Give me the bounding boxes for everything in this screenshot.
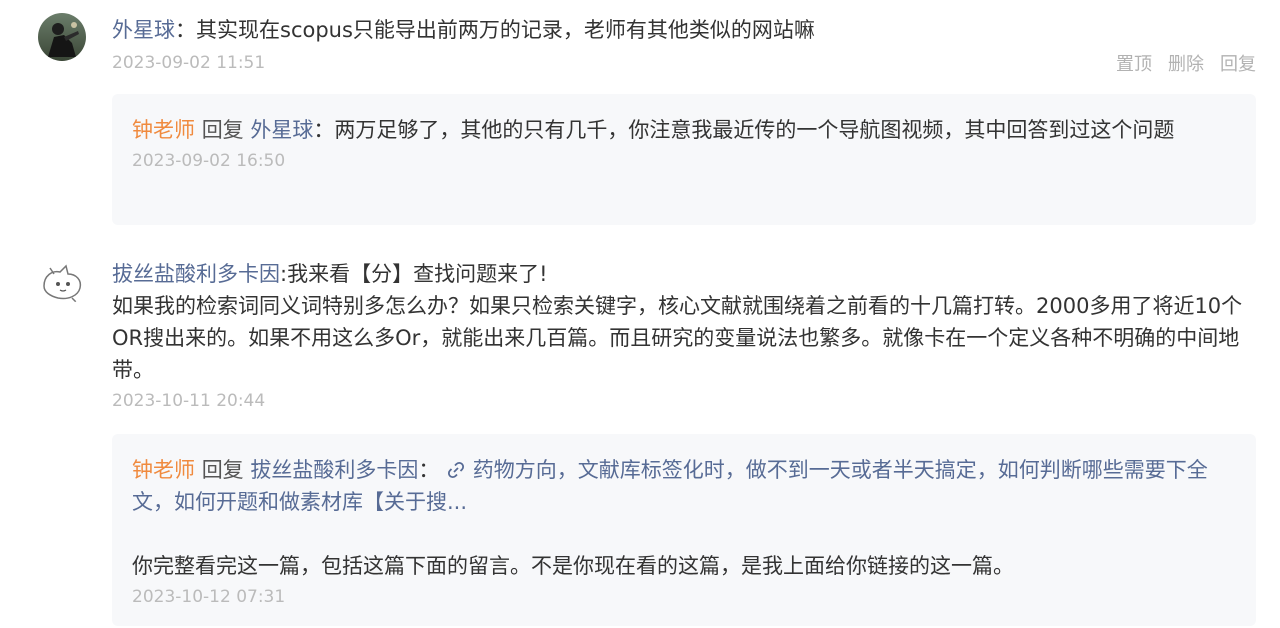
reply-verb: 回复 bbox=[201, 458, 244, 482]
reply-content: 钟老师 回复 拔丝盐酸利多卡因： 药物方向，文献库标签化时，做不到一天或者半天搞… bbox=[132, 454, 1236, 518]
comment-body: 拔丝盐酸利多卡因:我来看【分】查找问题来了! 如果我的检索词同义词特别多怎么办？… bbox=[112, 258, 1256, 414]
delete-button[interactable]: 删除 bbox=[1168, 54, 1204, 75]
reply-author[interactable]: 钟老师 bbox=[132, 458, 195, 482]
reply-text: 两万足够了，其他的只有几千，你注意我最近传的一个导航图视频，其中回答到过这个问题 bbox=[334, 118, 1175, 142]
comment-nickname[interactable]: 拔丝盐酸利多卡因 bbox=[112, 262, 280, 286]
comment-body: 外星球：其实现在scopus只能导出前两万的记录，老师有其他类似的网站嘛 202… bbox=[112, 14, 1256, 76]
comment-text-rest: 如果我的检索词同义词特别多怎么办？如果只检索关键字，核心文献就围绕着之前看的十几… bbox=[112, 294, 1243, 382]
comment-text: 其实现在scopus只能导出前两万的记录，老师有其他类似的网站嘛 bbox=[196, 18, 815, 42]
reply-author[interactable]: 钟老师 bbox=[132, 118, 195, 142]
reply-content: 钟老师 回复 外星球：两万足够了，其他的只有几千，你注意我最近传的一个导航图视频… bbox=[132, 114, 1236, 146]
comment-actions: 置顶 删除 回复 bbox=[1100, 50, 1256, 76]
reply-separator: ： bbox=[313, 118, 335, 142]
reply-target[interactable]: 外星球 bbox=[250, 118, 313, 142]
reply-target[interactable]: 拔丝盐酸利多卡因 bbox=[250, 458, 418, 482]
reply-button[interactable]: 回复 bbox=[1220, 54, 1256, 75]
reply-box: 钟老师 回复 外星球：两万足够了，其他的只有几千，你注意我最近传的一个导航图视频… bbox=[112, 94, 1256, 225]
comment-time: 2023-09-02 11:51 bbox=[112, 53, 266, 73]
link-icon[interactable] bbox=[446, 458, 473, 482]
pin-button[interactable]: 置顶 bbox=[1116, 54, 1152, 75]
avatar[interactable] bbox=[38, 13, 86, 61]
reply-time: 2023-09-02 16:50 bbox=[132, 151, 286, 171]
reply-text: 你完整看完这一篇，包括这篇下面的留言。不是你现在看的这篇，是我上面给你链接的这一… bbox=[132, 554, 1014, 578]
comment-text-line1: 我来看【分】查找问题来了! bbox=[287, 262, 548, 286]
comment-list: 外星球：其实现在scopus只能导出前两万的记录，老师有其他类似的网站嘛 202… bbox=[0, 0, 1280, 628]
reply-time: 2023-10-12 07:31 bbox=[132, 587, 286, 607]
reply-verb: 回复 bbox=[201, 118, 244, 142]
comment-headline: 外星球：其实现在scopus只能导出前两万的记录，老师有其他类似的网站嘛 bbox=[112, 14, 1256, 46]
reply-box: 钟老师 回复 拔丝盐酸利多卡因： 药物方向，文献库标签化时，做不到一天或者半天搞… bbox=[112, 434, 1256, 626]
avatar[interactable] bbox=[38, 258, 86, 306]
reply-separator: ： bbox=[418, 458, 440, 482]
comment-nickname[interactable]: 外星球 bbox=[112, 18, 175, 42]
comment-headline: 拔丝盐酸利多卡因:我来看【分】查找问题来了! bbox=[112, 258, 1256, 290]
comment-time: 2023-10-11 20:44 bbox=[112, 391, 266, 411]
comment-separator: ： bbox=[175, 18, 196, 42]
